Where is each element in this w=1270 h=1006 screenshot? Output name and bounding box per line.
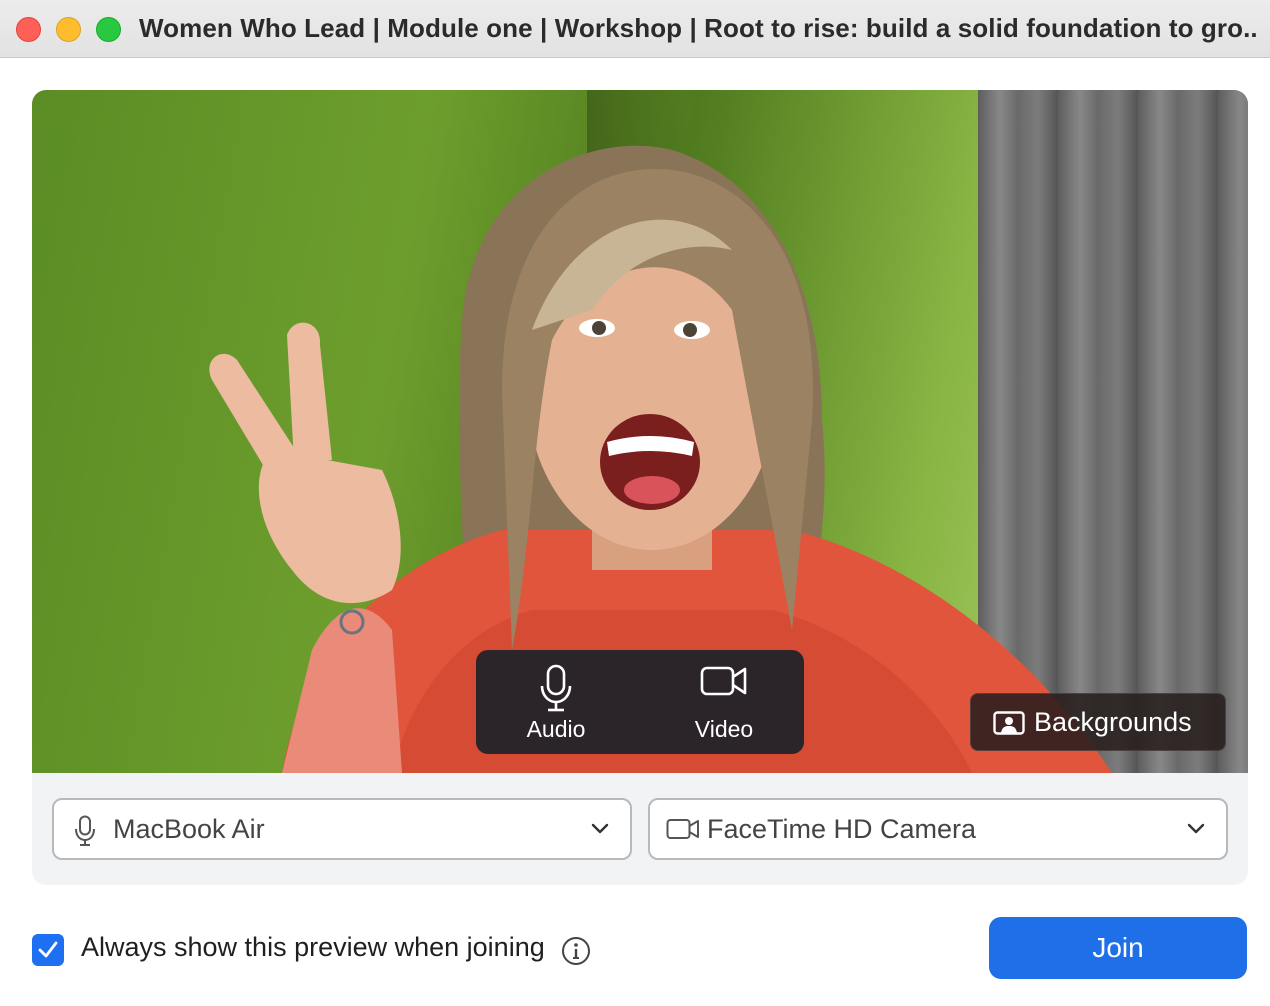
microphone-icon bbox=[75, 815, 95, 846]
always-show-preview-checkbox[interactable] bbox=[32, 934, 64, 966]
chevron-down-icon bbox=[591, 823, 609, 834]
video-camera-icon bbox=[700, 666, 747, 696]
camera-value: FaceTime HD Camera bbox=[707, 814, 977, 844]
microphone-icon bbox=[540, 664, 572, 712]
join-button[interactable]: Join bbox=[989, 917, 1247, 979]
info-icon[interactable] bbox=[561, 936, 591, 966]
chevron-down-icon bbox=[1187, 823, 1205, 834]
person-background-icon bbox=[993, 711, 1025, 735]
video-preview: Audio Video Backgrounds bbox=[32, 90, 1248, 773]
device-settings-panel: MacBook Air FaceTime HD Camera bbox=[32, 773, 1248, 885]
microphone-select[interactable]: MacBook Air bbox=[52, 798, 632, 860]
video-button[interactable]: Video bbox=[644, 650, 804, 754]
always-show-preview-label: Always show this preview when joining bbox=[81, 932, 545, 962]
camera-select[interactable]: FaceTime HD Camera bbox=[648, 798, 1228, 860]
backgrounds-label: Backgrounds bbox=[1034, 707, 1192, 737]
audio-label: Audio bbox=[526, 716, 586, 742]
microphone-value: MacBook Air bbox=[113, 814, 265, 844]
audio-video-controls: Audio Video bbox=[476, 650, 804, 754]
backgrounds-button[interactable]: Backgrounds bbox=[970, 693, 1226, 751]
audio-button[interactable]: Audio bbox=[476, 650, 636, 754]
window-title: Women Who Lead | Module one | Workshop |… bbox=[139, 13, 1259, 43]
video-camera-icon bbox=[666, 819, 699, 839]
minimize-window-button[interactable] bbox=[56, 17, 81, 42]
maximize-window-button[interactable] bbox=[96, 17, 121, 42]
title-bar: Women Who Lead | Module one | Workshop |… bbox=[0, 0, 1270, 58]
video-label: Video bbox=[694, 716, 754, 742]
close-window-button[interactable] bbox=[16, 17, 41, 42]
checkmark-icon bbox=[38, 941, 58, 958]
